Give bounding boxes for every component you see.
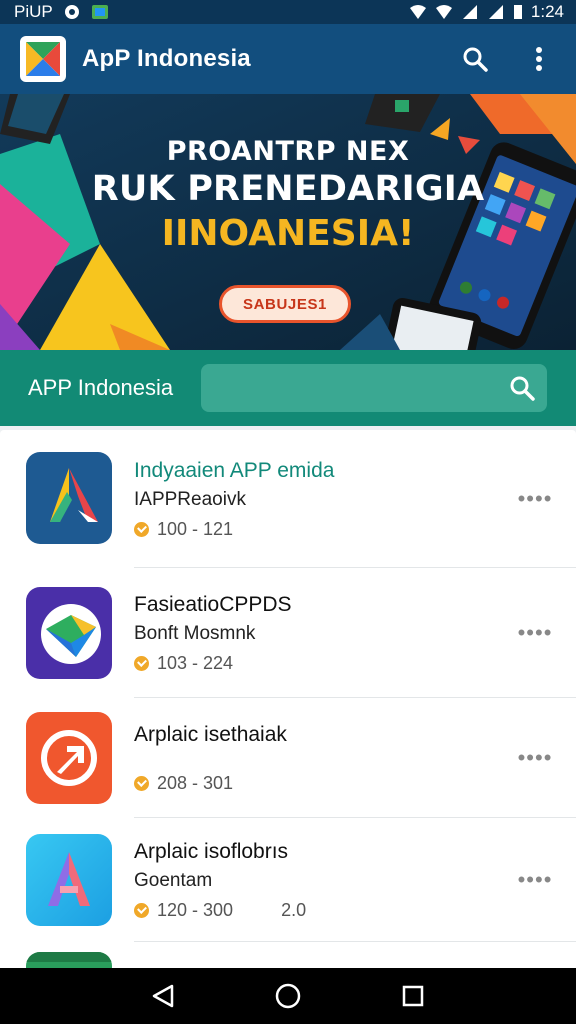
search-button[interactable]: [454, 38, 496, 80]
gallery-notification-icon: [91, 4, 109, 20]
rating-icon: [134, 902, 149, 918]
signal-icon: [461, 4, 479, 20]
app-icon: [26, 452, 112, 544]
more-options-icon[interactable]: ••••: [518, 620, 552, 645]
rating-icon: [134, 775, 149, 791]
app-subtitle: Goentam: [134, 869, 213, 891]
app-icon: [26, 834, 112, 926]
more-options-icon[interactable]: ••••: [518, 745, 552, 770]
rating-icon: [134, 655, 149, 671]
search-icon: [463, 47, 488, 72]
list-item[interactable]: FasieatioCPPDS Bonft Mosmnk 103 - 224 ••…: [0, 568, 576, 698]
back-triangle-icon: [152, 984, 173, 1008]
home-button[interactable]: [268, 976, 308, 1016]
app-title: FasieatioCPPDS: [134, 592, 292, 616]
more-vert-icon: [536, 47, 542, 71]
rating-text: 103 - 224: [157, 652, 234, 673]
app-logo: [20, 36, 66, 82]
wifi-icon-2: [435, 4, 453, 20]
app-title: Arplaic isethaiak: [134, 722, 287, 746]
app-rating: 120 - 300 2.0: [134, 900, 306, 921]
list-item[interactable]: Arplaic isoflobrıs Goentam 120 - 300 2.0…: [0, 818, 576, 942]
more-options-icon[interactable]: ••••: [518, 486, 552, 511]
app-title: ApP Indonesia: [82, 45, 251, 72]
system-navigation-bar: [0, 968, 576, 1024]
app-rating: 208 - 301: [134, 773, 287, 794]
home-circle-icon: [275, 983, 301, 1009]
app-rating: 100 - 121: [134, 519, 334, 540]
rating-extra: 2.0: [281, 899, 307, 920]
app-subtitle: [134, 753, 287, 765]
search-input[interactable]: [201, 364, 510, 412]
rating-text: 120 - 300: [157, 899, 234, 920]
app-subtitle: Bonft Mosmnk: [134, 622, 256, 644]
rating-text: 208 - 301: [157, 772, 234, 793]
app-title: Indyaaien APP emida: [134, 458, 335, 482]
signal-icon-2: [487, 4, 505, 20]
wifi-icon: [409, 4, 427, 20]
list-item-partial[interactable]: [0, 942, 576, 968]
app-rating: 103 - 224: [134, 653, 292, 674]
more-options-icon[interactable]: ••••: [518, 867, 552, 892]
screen: PiUP 1:24 ApP Indonesia PROANTRP NEX RUK…: [0, 0, 576, 1024]
battery-icon: [513, 4, 523, 20]
app-icon: [26, 712, 112, 804]
rating-text: 100 - 121: [157, 518, 234, 539]
search-box[interactable]: [201, 364, 548, 412]
status-bar: PiUP 1:24: [0, 0, 576, 24]
banner-cta-button[interactable]: SABUJES1: [219, 285, 351, 323]
back-button[interactable]: [143, 976, 183, 1016]
app-subtitle: IAPPReaoivk: [134, 488, 246, 510]
app-icon: [26, 952, 112, 968]
banner-headline: PROANTRP NEX RUK PRENEDARIGIA IINOANESIA…: [0, 136, 576, 254]
list-item[interactable]: Arplaic isethaiak 208 - 301 ••••: [0, 698, 576, 818]
banner-line-3: IINOANESIA!: [161, 213, 415, 254]
search-icon[interactable]: [509, 375, 535, 401]
app-icon: [26, 587, 112, 679]
overflow-menu-button[interactable]: [518, 38, 560, 80]
app-title: Arplaic isoflobrıs: [134, 839, 289, 863]
recents-button[interactable]: [393, 976, 433, 1016]
recents-square-icon: [403, 985, 424, 1007]
app-list: Indyaaien APP emida IAPPReaoivk 100 - 12…: [0, 430, 576, 968]
list-item[interactable]: Indyaaien APP emida IAPPReaoivk 100 - 12…: [0, 430, 576, 568]
banner-line-1: PROANTRP NEX: [166, 136, 410, 167]
rating-icon: [134, 521, 149, 537]
status-left-text: PiUP: [14, 2, 53, 21]
search-section: APP Indonesia: [0, 350, 576, 426]
status-time: 1:24: [530, 2, 564, 21]
app-bar: ApP Indonesia: [0, 24, 576, 94]
promo-banner[interactable]: PROANTRP NEX RUK PRENEDARIGIA IINOANESIA…: [0, 94, 576, 350]
notification-icon: [63, 4, 81, 20]
banner-line-2: RUK PRENEDARIGIA: [91, 169, 485, 209]
section-title: APP Indonesia: [28, 375, 174, 400]
